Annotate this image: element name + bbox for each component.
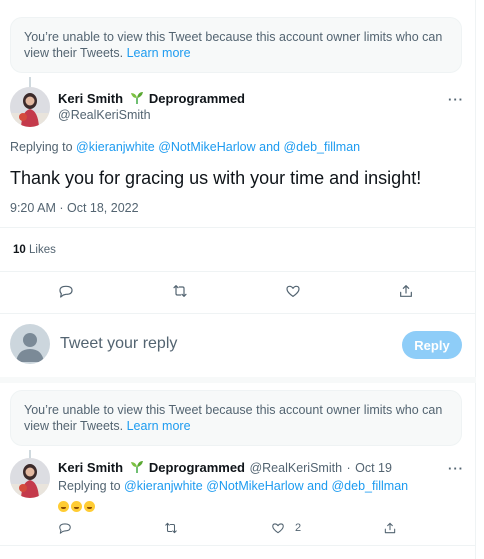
reply-button[interactable]: Reply [402, 331, 462, 359]
tweet-time[interactable]: Oct 19 [355, 461, 392, 475]
mention-link[interactable]: @deb_fillman [331, 479, 408, 493]
replying-prefix: Replying to [58, 479, 121, 493]
learn-more-link[interactable]: Learn more [127, 46, 191, 60]
more-options-icon[interactable]: ··· [448, 92, 464, 107]
thread-connector-line [29, 77, 31, 87]
author-handle[interactable]: @RealKeriSmith [58, 108, 151, 122]
divider [0, 545, 476, 546]
more-options-icon[interactable]: ··· [448, 461, 464, 476]
like-icon [272, 523, 284, 534]
reply-icon[interactable] [58, 521, 72, 535]
share-icon[interactable] [398, 283, 414, 299]
author-name[interactable]: Keri Smith [58, 460, 123, 475]
seedling-icon [131, 461, 144, 473]
restricted-tweet-notice: You’re unable to view this Tweet because… [10, 17, 462, 73]
replying-prefix: Replying to [10, 140, 73, 154]
likes-label: Likes [29, 244, 56, 256]
likes-stat[interactable]: 10 Likes [13, 244, 56, 256]
retweet-icon[interactable] [164, 521, 178, 535]
share-icon[interactable] [383, 521, 397, 535]
rolling-laughing-emoji [58, 501, 69, 512]
and-others-link[interactable]: and [259, 140, 280, 154]
replying-to: Replying to @kieranjwhite @NotMikeHarlow… [58, 479, 408, 493]
tweet-text: Thank you for gracing us with your time … [10, 168, 422, 188]
reply-tweet-header: Keri Smith Deprogrammed @RealKeriSmith ·… [58, 460, 392, 476]
avatar-image [10, 87, 50, 127]
replying-to: Replying to @kieranjwhite @NotMikeHarlow… [10, 140, 360, 154]
restricted-tweet-notice: You’re unable to view this Tweet because… [10, 390, 462, 446]
notice-text: You’re unable to view this Tweet because… [24, 30, 443, 60]
learn-more-link[interactable]: Learn more [127, 419, 191, 433]
author-suffix: Deprogrammed [148, 91, 245, 106]
rolling-laughing-emoji [71, 501, 82, 512]
tweet-timestamp[interactable]: 9:20 AM · Oct 18, 2022 [10, 201, 139, 215]
timeline-column: You’re unable to view this Tweet because… [0, 0, 476, 559]
reply-icon[interactable] [58, 283, 74, 299]
seedling-icon [131, 92, 144, 104]
laughing-emoji-group [58, 498, 97, 516]
tweet-author[interactable]: Keri Smith Deprogrammed [58, 91, 245, 107]
mention-link[interactable]: @NotMikeHarlow [206, 479, 303, 493]
mention-link[interactable]: @NotMikeHarlow [158, 140, 255, 154]
default-avatar-icon [16, 333, 44, 362]
mention-link[interactable]: @kieranjwhite [76, 140, 155, 154]
section-divider [0, 377, 476, 383]
retweet-icon[interactable] [172, 283, 188, 299]
divider [0, 227, 476, 228]
mention-link[interactable]: @deb_fillman [283, 140, 360, 154]
avatar[interactable] [10, 87, 50, 127]
author-name[interactable]: Keri Smith [58, 91, 123, 106]
divider [0, 271, 476, 272]
avatar[interactable] [10, 458, 50, 498]
mention-link[interactable]: @kieranjwhite [124, 479, 203, 493]
reply-input[interactable]: Tweet your reply [60, 335, 177, 353]
author-suffix: Deprogrammed [148, 460, 245, 475]
avatar-image [10, 458, 50, 498]
thread-connector-line [29, 450, 31, 458]
likes-count: 10 [13, 244, 26, 256]
like-icon[interactable] [285, 283, 301, 299]
rolling-laughing-emoji [84, 501, 95, 512]
default-avatar [10, 324, 50, 364]
divider [0, 313, 476, 314]
and-others-link[interactable]: and [307, 479, 328, 493]
like-count: 2 [295, 522, 302, 534]
author-handle[interactable]: @RealKeriSmith [249, 461, 342, 475]
dot-separator: · [346, 461, 351, 475]
notice-text: You’re unable to view this Tweet because… [24, 403, 443, 433]
like-button[interactable]: 2 [271, 521, 301, 535]
